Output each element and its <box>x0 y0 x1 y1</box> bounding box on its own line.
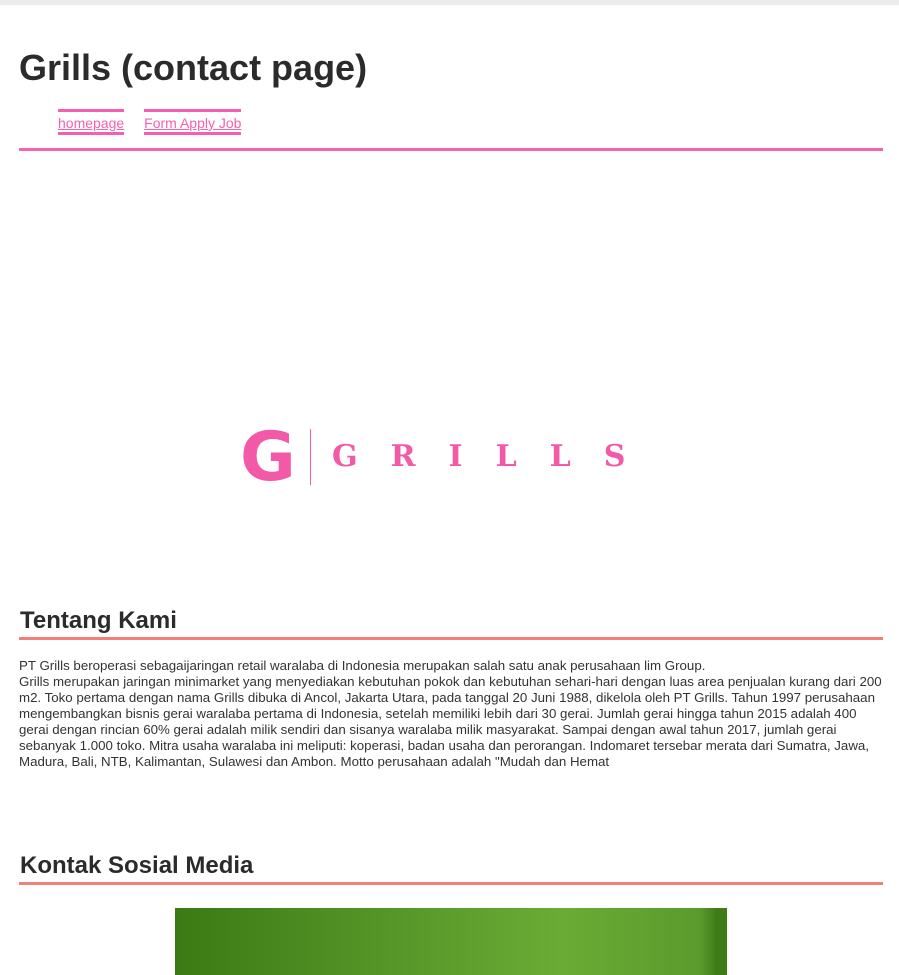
about-body: Grills merupakan jaringan minimarket yan… <box>19 674 882 769</box>
social-image-edge <box>715 908 727 975</box>
about-heading: Tentang Kami <box>20 607 177 634</box>
nav-link-homepage[interactable]: homepage <box>58 109 125 135</box>
social-heading: Kontak Sosial Media <box>20 852 254 879</box>
social-divider <box>19 882 883 885</box>
browser-top-strip <box>0 0 899 5</box>
logo-divider <box>310 429 311 485</box>
social-media-image <box>175 908 727 975</box>
about-text: PT Grills beroperasi sebagaijaringan ret… <box>19 658 883 770</box>
logo-letter: G <box>240 418 296 497</box>
main-nav: homepage Form Apply Job <box>58 109 242 135</box>
about-intro-line: PT Grills beroperasi sebagaijaringan ret… <box>19 658 706 673</box>
page-title: Grills (contact page) <box>19 47 368 88</box>
nav-link-form-apply-job[interactable]: Form Apply Job <box>144 109 242 135</box>
about-divider <box>19 637 883 640</box>
logo-wordmark: GRILLS <box>332 439 659 474</box>
grills-logo: G GRILLS <box>240 418 630 497</box>
header-divider <box>19 148 883 151</box>
